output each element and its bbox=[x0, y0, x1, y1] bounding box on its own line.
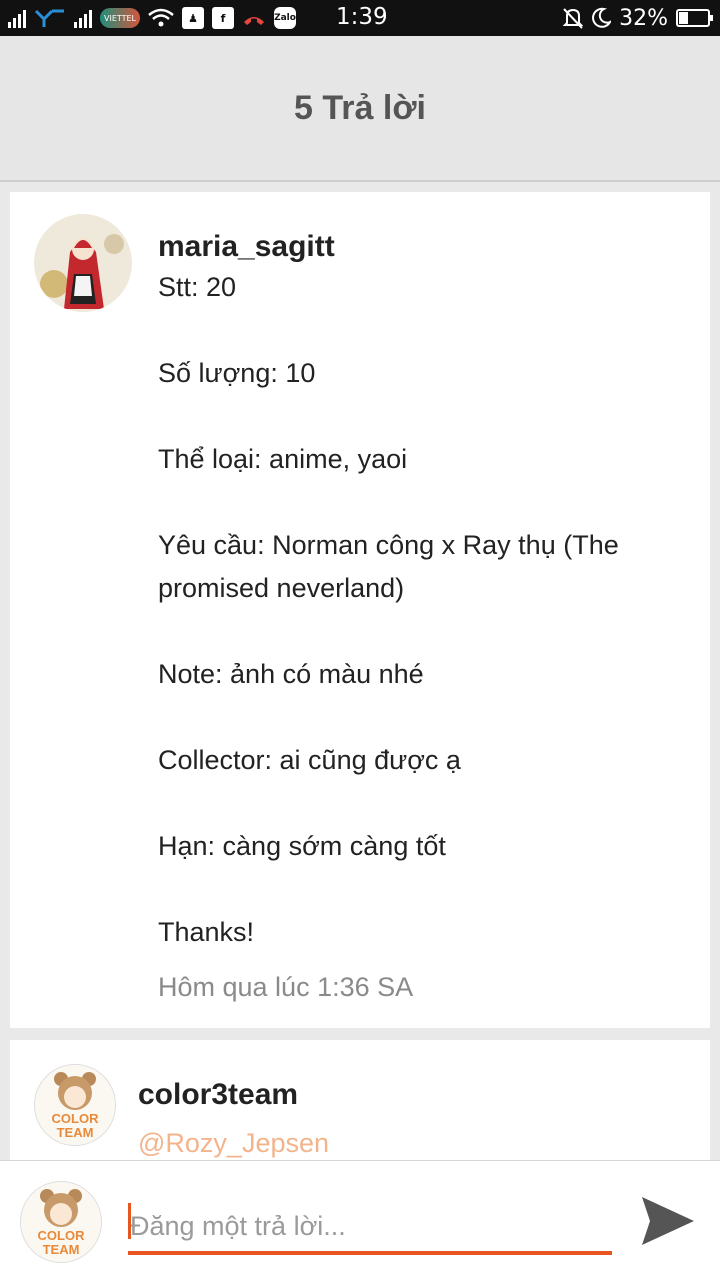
header: 5 Trả lời bbox=[0, 36, 720, 182]
battery-percent: 32% bbox=[619, 5, 668, 31]
username[interactable]: maria_sagitt bbox=[158, 230, 335, 264]
signal-icon bbox=[8, 8, 26, 28]
send-icon bbox=[642, 1197, 694, 1245]
reply-input[interactable] bbox=[128, 1201, 612, 1255]
reply-line: Hạn: càng sớm càng tốt bbox=[158, 831, 446, 861]
wifi-icon bbox=[148, 8, 174, 27]
reply-body: Stt: 20 Số lượng: 10 Thể loại: anime, ya… bbox=[158, 266, 678, 954]
facebook-icon: f bbox=[212, 7, 234, 29]
text-cursor bbox=[128, 1203, 131, 1239]
battery-level bbox=[679, 12, 688, 24]
avatar[interactable]: COLOR TEAM bbox=[34, 1064, 116, 1146]
reply-line: Số lượng: 10 bbox=[158, 358, 316, 388]
mention-link[interactable]: @Rozy_Jepsen bbox=[138, 1128, 329, 1159]
avatar-text: COLOR bbox=[38, 1228, 86, 1243]
username[interactable]: color3team bbox=[138, 1078, 298, 1112]
reply-card: COLOR TEAM color3team @Rozy_Jepsen bbox=[10, 1040, 710, 1170]
reply-composer: COLOR TEAM bbox=[0, 1160, 720, 1281]
mute-bell-icon bbox=[563, 8, 584, 29]
network-icon bbox=[34, 9, 64, 27]
notification-icon: ♟ bbox=[182, 7, 204, 29]
moon-icon bbox=[592, 7, 612, 28]
avatar-text: TEAM bbox=[43, 1242, 80, 1257]
status-time: 1:39 bbox=[336, 4, 388, 30]
avatar-text: TEAM bbox=[57, 1125, 94, 1140]
reply-line: Stt: 20 bbox=[158, 272, 237, 302]
battery-icon bbox=[676, 9, 713, 27]
reply-line: Thể loại: anime, yaoi bbox=[158, 444, 408, 474]
signal-icon-2 bbox=[74, 8, 92, 28]
status-icons-left: VIETTEL ♟ f Zalo bbox=[8, 7, 296, 29]
zalo-icon: Zalo bbox=[274, 7, 296, 29]
carrier-icon: VIETTEL bbox=[100, 8, 140, 28]
reply-line: Collector: ai cũng được ạ bbox=[158, 745, 461, 775]
avatar: COLOR TEAM bbox=[20, 1181, 102, 1263]
timestamp: Hôm qua lúc 1:36 SA bbox=[158, 972, 414, 1002]
missed-call-icon bbox=[244, 17, 264, 25]
page-title: 5 Trả lời bbox=[294, 88, 426, 127]
send-button[interactable] bbox=[638, 1191, 698, 1251]
avatar[interactable] bbox=[34, 214, 132, 312]
reply-card: maria_sagitt Stt: 20 Số lượng: 10 Thể lo… bbox=[10, 192, 710, 1028]
status-icons-right: 32% bbox=[563, 0, 713, 36]
status-bar: VIETTEL ♟ f Zalo 1:39 32% bbox=[0, 0, 720, 36]
avatar-text: COLOR bbox=[52, 1111, 100, 1126]
reply-line: Yêu cầu: Norman công x Ray thụ (The prom… bbox=[158, 530, 619, 603]
reply-line: Note: ảnh có màu nhé bbox=[158, 659, 424, 689]
reply-line: Thanks! bbox=[158, 917, 255, 947]
